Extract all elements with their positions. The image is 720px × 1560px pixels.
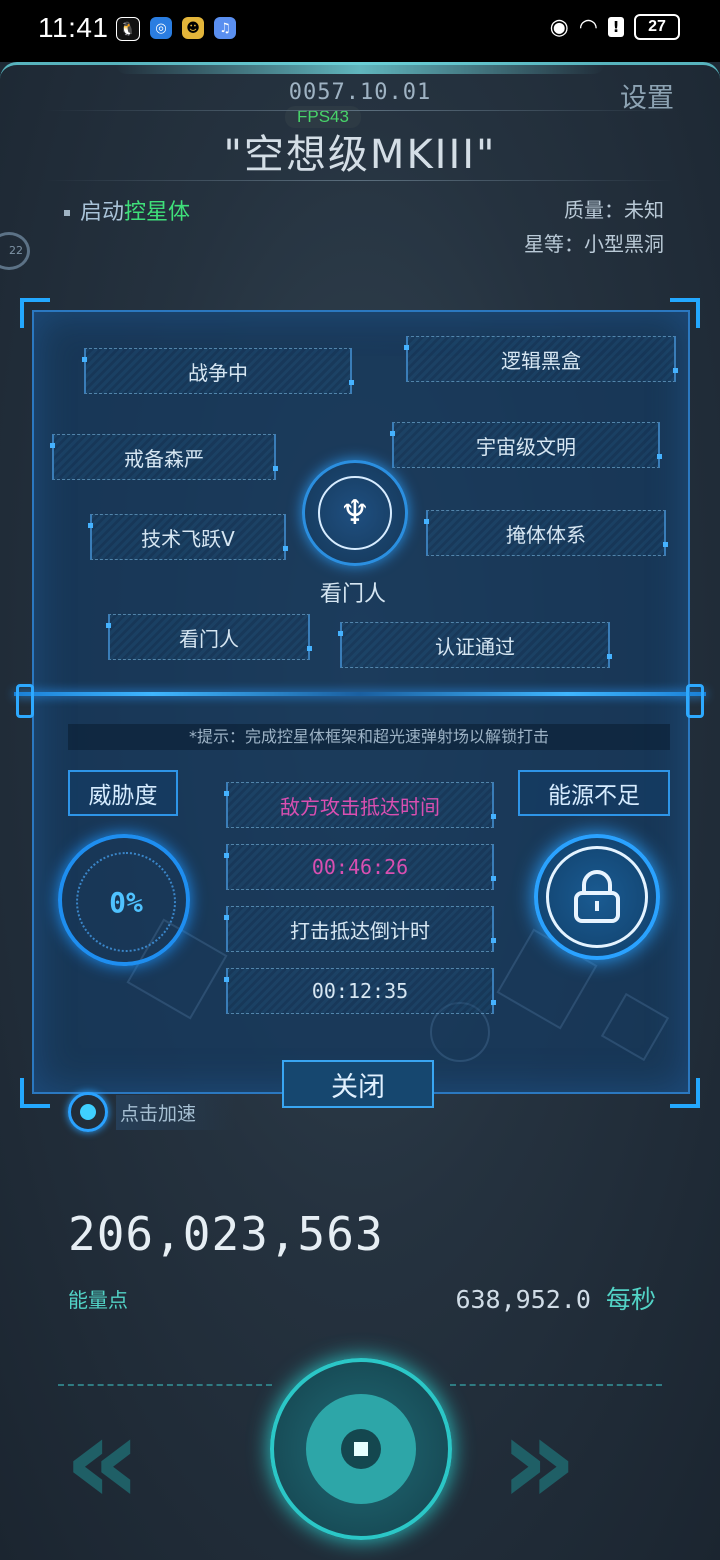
lock-ring	[546, 846, 648, 948]
system-icons: ◉ ◠ ! 27	[550, 14, 680, 40]
speed-up-button[interactable]: 点击加速	[68, 1092, 237, 1132]
main-tap-button[interactable]	[270, 1358, 452, 1540]
lock-icon	[574, 870, 620, 923]
previous-arrow-icon[interactable]: «	[64, 1402, 142, 1522]
browser-icon: ◎	[150, 17, 172, 39]
energy-label: 能量点	[68, 1288, 128, 1312]
strike-countdown-label: 打击抵达倒计时	[224, 906, 496, 952]
strike-countdown-time: 00:12:35	[224, 968, 496, 1014]
next-arrow-icon[interactable]: »	[500, 1402, 578, 1522]
tag-tech-leap: 技术飞跃V	[88, 514, 288, 560]
divider	[44, 180, 676, 181]
energy-value: 206,023,563	[68, 1207, 384, 1261]
tag-gatekeeper: 看门人	[106, 614, 312, 660]
mass-info: 质量：未知	[564, 198, 664, 222]
divider-cap	[686, 684, 704, 718]
threat-value: 0%	[76, 852, 176, 952]
threat-gauge: 0%	[58, 834, 190, 966]
tag-verified: 认证通过	[338, 622, 612, 668]
frame-corner	[20, 1078, 50, 1108]
eye-icon: ◉	[549, 14, 569, 40]
qq-icon: 🐧	[116, 17, 140, 41]
tag-logic-blackbox: 逻辑黑盒	[404, 336, 678, 382]
dash-line	[58, 1384, 272, 1386]
dash-line	[450, 1384, 662, 1386]
panel-divider	[14, 692, 706, 696]
game-date: 0057.10.01	[288, 80, 432, 105]
tag-bunker-system: 掩体体系	[424, 510, 668, 556]
bullet-icon	[64, 210, 70, 216]
strike-lock-button[interactable]	[534, 834, 660, 960]
divider-cap	[16, 684, 34, 718]
side-badge[interactable]: 22	[0, 232, 30, 270]
music-icon: ♫	[214, 17, 236, 39]
clock: 11:41	[38, 12, 109, 43]
top-glow	[115, 62, 605, 74]
rate-unit: 每秒	[605, 1285, 656, 1314]
tap-button-ring	[306, 1394, 416, 1504]
emblem-label: 看门人	[319, 582, 386, 607]
energy-status: 能源不足	[518, 770, 670, 816]
frame-corner	[670, 298, 700, 328]
enemy-arrival-time: 00:46:26	[224, 844, 496, 890]
faction-emblem[interactable]: ♆	[302, 460, 408, 566]
alert-icon: !	[608, 17, 624, 37]
divider	[44, 110, 676, 111]
enemy-arrival-label: 敌方攻击抵达时间	[224, 782, 496, 828]
tag-on-alert: 戒备森严	[50, 434, 278, 480]
close-button[interactable]: 关闭	[282, 1060, 434, 1108]
battery-indicator: 27	[634, 14, 680, 40]
grade-info: 星等：小型黑洞	[524, 232, 664, 256]
square-icon	[354, 1442, 368, 1456]
frame-corner	[20, 298, 50, 328]
tap-button-core	[341, 1429, 381, 1469]
phoenix-icon: ♆	[318, 476, 392, 550]
energy-rate: 638,952.0 每秒	[455, 1280, 656, 1316]
tag-cosmic-civilization: 宇宙级文明	[390, 422, 662, 468]
game-screen: 0057.10.01 FPS43 设置 "空想级MKIII" 启动控星体 质量：…	[0, 62, 720, 1560]
speed-icon	[68, 1092, 108, 1132]
status-bar: 11:41 🐧 ◎ ☻ ♫ ◉ ◠ ! 27	[0, 0, 720, 62]
hint-text: *提示：完成控星体框架和超光速弹射场以解锁打击	[68, 724, 670, 750]
boot-highlight: 控星体	[124, 200, 191, 225]
game-icon: ☻	[182, 17, 204, 39]
notification-icons: 🐧 ◎ ☻ ♫	[116, 17, 236, 41]
speed-label: 点击加速	[116, 1094, 237, 1130]
frame-corner	[670, 1078, 700, 1108]
tag-at-war: 战争中	[82, 348, 354, 394]
boot-status: 启动控星体	[64, 194, 190, 226]
rate-value: 638,952.0	[455, 1285, 591, 1314]
threat-label: 威胁度	[68, 770, 178, 816]
boot-prefix: 启动	[80, 200, 125, 225]
wifi-icon: ◠	[578, 14, 598, 40]
page-title: "空想级MKIII"	[223, 132, 497, 178]
